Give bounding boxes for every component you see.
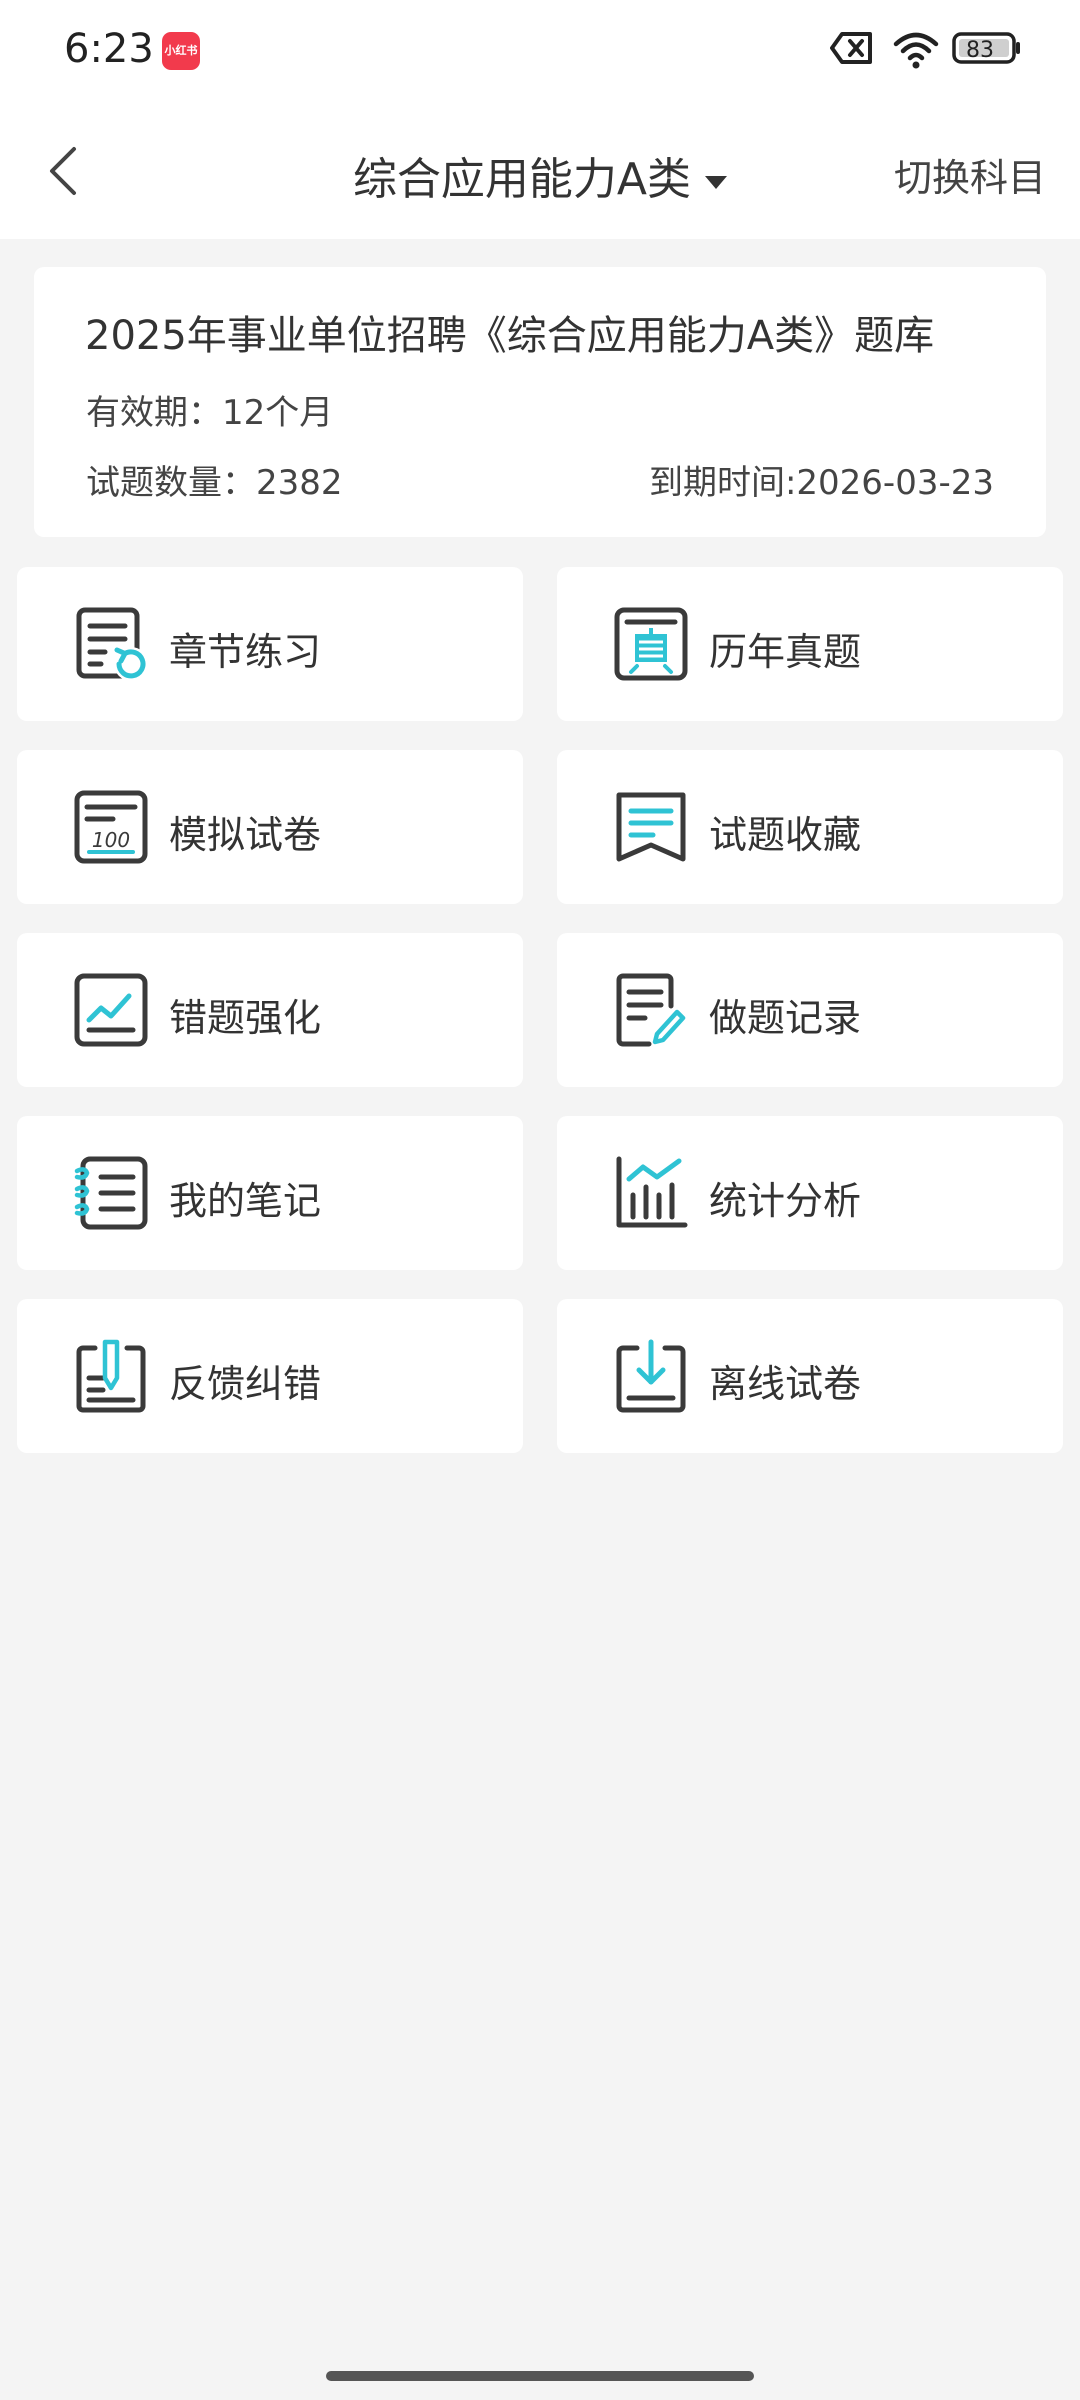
practice-record-icon: [616, 973, 686, 1047]
mistake-review-icon: [74, 973, 148, 1047]
tile-label: 模拟试卷: [169, 813, 322, 857]
nav-bar: 综合应用能力A类 切换科目: [0, 105, 1080, 239]
switch-subject-button[interactable]: 切换科目: [894, 147, 1046, 202]
wifi-icon: [893, 32, 939, 69]
tile-chapter-practice[interactable]: 章节练习: [17, 567, 523, 721]
tile-practice-record[interactable]: 做题记录: [557, 933, 1063, 1087]
tile-offline-exams[interactable]: 离线试卷: [557, 1299, 1063, 1453]
question-bank-title: 2025年事业单位招聘《综合应用能力A类》题库: [85, 313, 935, 359]
past-exams-icon: [614, 607, 688, 681]
notes-icon: [74, 1156, 148, 1230]
tile-feedback[interactable]: 反馈纠错: [17, 1299, 523, 1453]
feedback-icon: [76, 1339, 146, 1413]
tile-label: 我的笔记: [169, 1179, 322, 1223]
mock-exam-icon: 100: [74, 790, 148, 864]
tile-statistics[interactable]: 统计分析: [557, 1116, 1063, 1270]
tile-label: 做题记录: [709, 996, 862, 1040]
status-bar: 6:23 小红书 83: [0, 0, 1080, 105]
tile-mock-exam[interactable]: 100 模拟试卷: [17, 750, 523, 904]
chapter-practice-icon: [76, 607, 148, 681]
app-notification-icon: 小红书: [162, 32, 200, 70]
tile-my-notes[interactable]: 我的笔记: [17, 1116, 523, 1270]
tile-bookmarks[interactable]: 试题收藏: [557, 750, 1063, 904]
question-bank-info-card: 2025年事业单位招聘《综合应用能力A类》题库 有效期：12个月 试题数量：23…: [34, 267, 1046, 537]
status-time: 6:23: [64, 26, 154, 72]
tile-label: 统计分析: [709, 1179, 862, 1223]
subject-title: 综合应用能力A类: [352, 154, 692, 205]
app-badge-label: 小红书: [164, 44, 198, 57]
offline-download-icon: [616, 1339, 686, 1413]
home-indicator[interactable]: [326, 2371, 754, 2381]
tile-mistake-review[interactable]: 错题强化: [17, 933, 523, 1087]
caret-down-icon: [705, 175, 728, 189]
tile-label: 离线试卷: [709, 1362, 862, 1406]
validity-period: 有效期：12个月: [86, 393, 334, 433]
tile-past-exams[interactable]: 历年真题: [557, 567, 1063, 721]
statistics-icon: [616, 1156, 688, 1228]
tile-label: 错题强化: [169, 996, 322, 1040]
tile-label: 历年真题: [709, 630, 862, 674]
battery-level: 83: [966, 38, 994, 63]
expiry-date: 到期时间:2026-03-23: [648, 463, 994, 503]
bookmark-icon: [616, 792, 686, 862]
tile-label: 反馈纠错: [169, 1362, 322, 1406]
svg-text:100: 100: [92, 828, 130, 852]
question-count: 试题数量：2382: [86, 463, 343, 503]
tile-label: 试题收藏: [709, 813, 862, 857]
sim-off-icon: [830, 32, 872, 64]
tile-label: 章节练习: [169, 630, 322, 674]
